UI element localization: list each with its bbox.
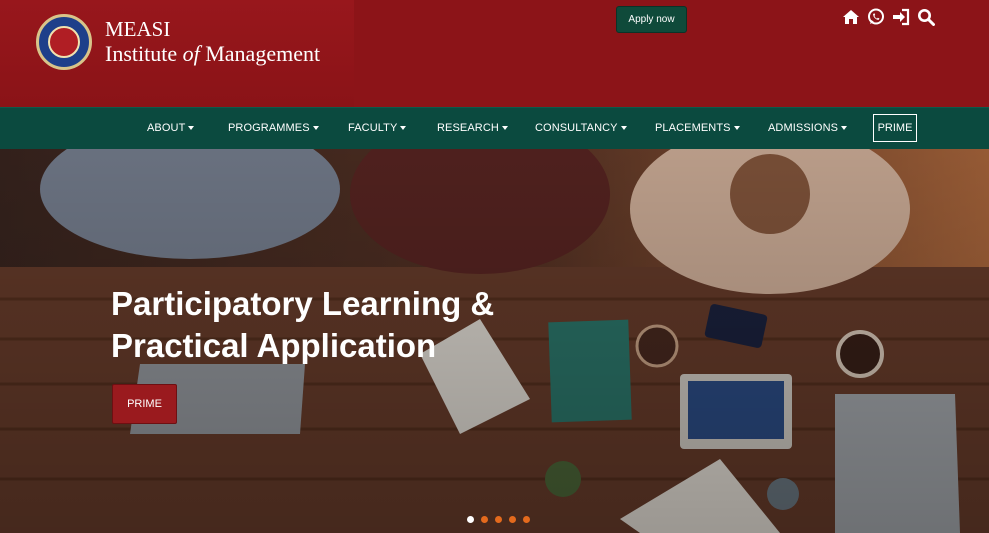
- hero-heading-line1: Participatory Learning &: [111, 285, 495, 322]
- nav-label: ADMISSIONS: [768, 122, 839, 134]
- header-icons: [842, 6, 935, 28]
- nav-item-research[interactable]: RESEARCH: [437, 122, 508, 134]
- search-icon[interactable]: [917, 8, 935, 26]
- whatsapp-icon[interactable]: [867, 8, 885, 26]
- nav-item-programmes[interactable]: PROGRAMMES: [228, 122, 319, 134]
- caret-down-icon: [188, 126, 195, 131]
- main-navigation: ABOUT PROGRAMMES FACULTY RESEARCH CONSUL…: [0, 107, 989, 150]
- nav-label: CONSULTANCY: [535, 122, 618, 134]
- logo-area[interactable]: MEASI Institute of Management: [0, 0, 354, 107]
- nav-label: RESEARCH: [437, 122, 499, 134]
- brand-name: MEASI: [105, 17, 171, 41]
- nav-item-faculty[interactable]: FACULTY: [348, 122, 407, 134]
- nav-item-placements[interactable]: PLACEMENTS: [655, 122, 740, 134]
- hero-heading: Participatory Learning & Practical Appli…: [111, 283, 494, 367]
- brand-subtitle-italic: of: [182, 41, 200, 66]
- slider-dot[interactable]: [509, 516, 516, 523]
- caret-down-icon: [841, 126, 848, 131]
- caret-down-icon: [400, 126, 407, 131]
- brand-subtitle: Institute of Management: [105, 41, 320, 67]
- brand-subtitle-pre: Institute: [105, 41, 183, 66]
- caret-down-icon: [312, 126, 319, 131]
- nav-item-admissions[interactable]: ADMISSIONS: [768, 122, 848, 134]
- site-header: MEASI Institute of Management Apply now: [0, 0, 989, 107]
- brand-subtitle-post: Management: [199, 41, 321, 66]
- hero-slider: Participatory Learning & Practical Appli…: [0, 149, 989, 533]
- apply-now-button[interactable]: Apply now: [616, 6, 687, 33]
- hero-prime-button[interactable]: PRIME: [112, 384, 177, 424]
- slider-dot[interactable]: [495, 516, 502, 523]
- prime-nav-button[interactable]: PRIME: [873, 114, 917, 142]
- nav-label: FACULTY: [348, 122, 398, 134]
- caret-down-icon: [501, 126, 508, 131]
- home-icon[interactable]: [842, 8, 860, 26]
- institute-seal-logo: [36, 14, 92, 70]
- seal-emblem: [48, 26, 80, 58]
- slider-dots: [467, 516, 530, 523]
- caret-down-icon: [733, 126, 740, 131]
- nav-item-consultancy[interactable]: CONSULTANCY: [535, 122, 627, 134]
- hero-heading-line2: Practical Application: [111, 327, 437, 364]
- nav-item-about[interactable]: ABOUT: [147, 122, 195, 134]
- slider-dot[interactable]: [523, 516, 530, 523]
- nav-label: ABOUT: [147, 122, 186, 134]
- nav-label: PROGRAMMES: [228, 122, 310, 134]
- sign-in-icon[interactable]: [892, 8, 910, 26]
- slider-dot[interactable]: [467, 516, 474, 523]
- caret-down-icon: [620, 126, 627, 131]
- slider-dot[interactable]: [481, 516, 488, 523]
- nav-label: PLACEMENTS: [655, 122, 731, 134]
